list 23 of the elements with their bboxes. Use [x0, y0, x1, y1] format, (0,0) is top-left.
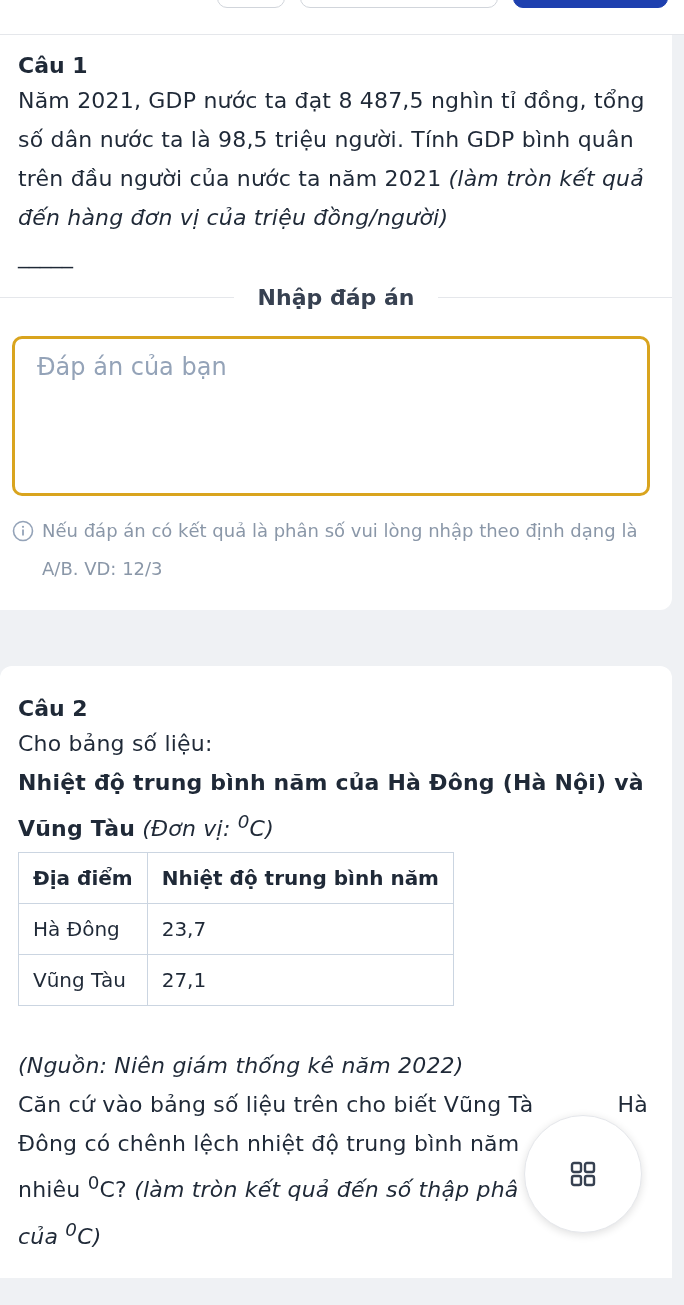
- info-icon: [12, 520, 34, 542]
- table-cell: Hà Đông: [18, 903, 148, 955]
- question-text: của $^{0}$C): [18, 1217, 102, 1251]
- question-text: Năm 2021, GDP nước ta đạt 8 487,5 nghìn tỉ đồng, tổng số dân nước ta là 98,5 triệu người. Tính GDP bình quân trên đầu người của nước ta năm 2021 (làm tròn kết quả đến hàng đơn vị của triệu đồng/người): [18, 87, 646, 232]
- column-header: Nhiệt độ trung bình năm: [147, 852, 454, 904]
- question-title: Câu 1: [18, 52, 89, 80]
- question-text: nhiêu $^{0}$C? (làm tròn kết quả đến số thập phâ: [18, 1171, 519, 1205]
- question-text: Đông có chênh lệch nhiệt độ trung bình năm: [18, 1130, 520, 1159]
- table-cell: 27,1: [147, 954, 454, 1006]
- question-text: Cho bảng số liệu:: [18, 730, 214, 758]
- column-header: Địa điểm: [18, 852, 148, 904]
- hint-text: Nếu đáp án có kết quả là phân số vui lòng nhập theo định dạng là A/B. VD: 12/3: [42, 519, 639, 581]
- question-text: Hà: [617, 1091, 648, 1120]
- question-title: Câu 2: [18, 695, 89, 723]
- grid-icon: [570, 1161, 596, 1188]
- question-text: Nhiệt độ trung bình năm của Hà Đông (Hà Nội) và Vũng Tàu (Đơn vị: $^{0}$C): [18, 769, 645, 844]
- question-text: Căn cứ vào bảng số liệu trên cho biết Vũng Tà: [18, 1091, 534, 1120]
- answer-blank: _____: [18, 242, 75, 271]
- answer-field[interactable]: Đáp án của bạn: [12, 336, 650, 496]
- source-note: (Nguồn: Niên giám thống kê năm 2022): [18, 1052, 465, 1081]
- table-cell: 23,7: [147, 903, 454, 955]
- table-cell: Vũng Tàu: [18, 954, 148, 1006]
- answer-heading: Nhập đáp án: [257, 285, 415, 310]
